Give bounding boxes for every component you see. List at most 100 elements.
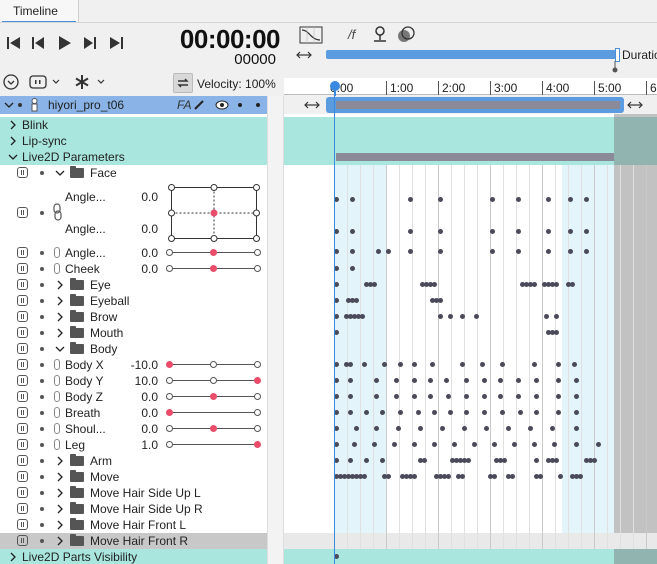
chevron-right-icon[interactable] xyxy=(55,488,65,498)
chevron-down-icon[interactable] xyxy=(55,168,65,178)
keyframe[interactable] xyxy=(374,394,379,399)
folder-move[interactable]: Move xyxy=(0,469,267,485)
chevron-right-icon[interactable] xyxy=(55,520,65,530)
visibility-toggle-icon[interactable] xyxy=(17,423,28,434)
visibility-toggle-icon[interactable] xyxy=(17,471,28,482)
param-angle-xy[interactable]: Angle... 0.0 Angle... 0.0 xyxy=(0,181,267,245)
visibility-toggle-icon[interactable] xyxy=(17,487,28,498)
keyframe[interactable] xyxy=(498,394,503,399)
visibility-dot[interactable] xyxy=(18,103,22,107)
keyframe[interactable] xyxy=(584,197,589,202)
keyframe[interactable] xyxy=(460,362,465,367)
param-leg[interactable]: Leg 1.0 xyxy=(0,437,267,453)
keyframe[interactable] xyxy=(348,410,353,415)
param-value[interactable]: 0.0 xyxy=(118,246,158,260)
folder-eye[interactable]: Eye xyxy=(0,277,267,293)
keyframe[interactable] xyxy=(558,474,563,479)
visibility-toggle-icon[interactable] xyxy=(17,503,28,514)
visibility-toggle-icon[interactable] xyxy=(17,535,28,546)
keyframe[interactable] xyxy=(568,197,573,202)
lock-dot[interactable] xyxy=(40,251,44,255)
folder-hair-side-up-l[interactable]: Move Hair Side Up L xyxy=(0,485,267,501)
pencil-icon[interactable] xyxy=(193,99,205,111)
display-mode-icon[interactable] xyxy=(29,75,47,89)
keyframe[interactable] xyxy=(418,426,423,431)
param-slider[interactable] xyxy=(166,361,261,368)
param-value[interactable]: 0.0 xyxy=(118,406,158,420)
keyframe[interactable] xyxy=(432,282,437,287)
visibility-toggle-icon[interactable] xyxy=(17,375,28,386)
chevron-right-icon[interactable] xyxy=(8,136,18,146)
lock-dot[interactable] xyxy=(40,315,44,319)
keyframe[interactable] xyxy=(354,298,359,303)
duration-marker-icon[interactable] xyxy=(611,61,619,73)
keyframe[interactable] xyxy=(412,394,417,399)
keyframe[interactable] xyxy=(556,362,561,367)
keyframe[interactable] xyxy=(350,249,355,254)
keyframe[interactable] xyxy=(374,426,379,431)
folder-eyeball[interactable]: Eyeball xyxy=(0,293,267,309)
pin-icon[interactable] xyxy=(372,25,388,45)
keyframe[interactable] xyxy=(376,249,381,254)
keyframe[interactable] xyxy=(438,229,443,234)
keyframe[interactable] xyxy=(596,442,601,447)
param-slider[interactable] xyxy=(166,265,261,272)
keyframe[interactable] xyxy=(516,249,521,254)
link-icon[interactable] xyxy=(54,439,60,450)
keyframe[interactable] xyxy=(568,229,573,234)
keyframe[interactable] xyxy=(556,394,561,399)
onion-skin-icon[interactable] xyxy=(396,25,416,45)
param-slider[interactable] xyxy=(166,425,261,432)
slider-knob[interactable] xyxy=(166,361,173,368)
keyframe[interactable] xyxy=(584,249,589,254)
keyframe-area[interactable] xyxy=(284,96,657,564)
keyframe[interactable] xyxy=(534,394,539,399)
group-blink[interactable]: Blink xyxy=(0,117,267,133)
keyframe[interactable] xyxy=(546,229,551,234)
keyframe[interactable] xyxy=(574,426,579,431)
link-icon[interactable] xyxy=(54,359,60,370)
keyframe[interactable] xyxy=(556,410,561,415)
chevron-right-icon[interactable] xyxy=(55,472,65,482)
keyframe[interactable] xyxy=(446,474,451,479)
lock-dot[interactable] xyxy=(40,267,44,271)
slider-knob[interactable] xyxy=(254,377,261,384)
go-to-start-button[interactable] xyxy=(4,33,24,53)
keyframe[interactable] xyxy=(534,410,539,415)
keyframe[interactable] xyxy=(438,314,443,319)
keyframe[interactable] xyxy=(490,229,495,234)
visibility-toggle-icon[interactable] xyxy=(17,439,28,450)
chevron-right-icon[interactable] xyxy=(55,328,65,338)
keyframe[interactable] xyxy=(574,378,579,383)
keyframe[interactable] xyxy=(372,442,377,447)
keyframe[interactable] xyxy=(534,378,539,383)
param-body-y[interactable]: Body Y 10.0 xyxy=(0,373,267,389)
keyframe[interactable] xyxy=(374,378,379,383)
keyframe[interactable] xyxy=(568,249,573,254)
keyframe[interactable] xyxy=(348,378,353,383)
visibility-toggle-icon[interactable] xyxy=(17,279,28,290)
keyframe[interactable] xyxy=(554,458,559,463)
curve-editor-icon[interactable] xyxy=(299,26,323,44)
keyframe[interactable] xyxy=(362,474,367,479)
keyframe[interactable] xyxy=(492,474,497,479)
visibility-toggle-icon[interactable] xyxy=(17,327,28,338)
lock-dot[interactable] xyxy=(40,459,44,463)
visibility-toggle-icon[interactable] xyxy=(17,295,28,306)
keyframe[interactable] xyxy=(460,314,465,319)
keyframe[interactable] xyxy=(348,362,353,367)
keyframe[interactable] xyxy=(452,442,457,447)
eye-icon[interactable] xyxy=(215,100,229,110)
keyframe[interactable] xyxy=(482,410,487,415)
lock-dot[interactable] xyxy=(40,211,44,215)
keyframe[interactable] xyxy=(448,410,453,415)
lock-dot[interactable] xyxy=(40,523,44,527)
visibility-toggle-icon[interactable] xyxy=(17,263,28,274)
visibility-toggle-icon[interactable] xyxy=(17,519,28,530)
keyframe[interactable] xyxy=(438,249,443,254)
slider-knob[interactable] xyxy=(166,409,173,416)
keyframe[interactable] xyxy=(516,378,521,383)
param-value[interactable]: -10.0 xyxy=(118,358,158,372)
keyframe[interactable] xyxy=(546,197,551,202)
keyframe[interactable] xyxy=(432,410,437,415)
